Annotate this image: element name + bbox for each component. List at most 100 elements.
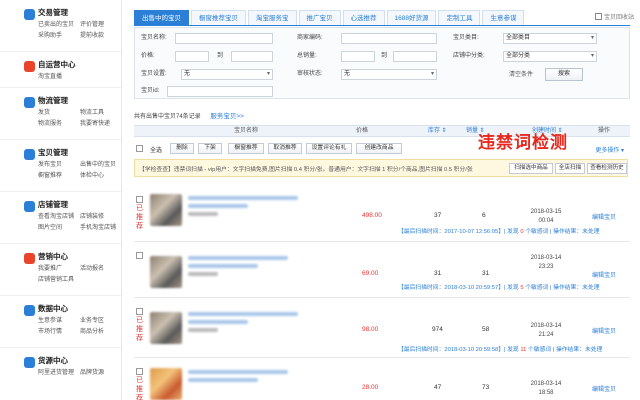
sidebar-item-logistics-tools[interactable]: 物流工具 [80,109,122,118]
row-checkbox[interactable] [136,196,143,203]
product-thumbnail[interactable] [150,368,182,400]
review-gift-button[interactable]: 设置评论有礼 [306,143,352,154]
delete-button[interactable]: 删除 [170,143,194,154]
edit-goods-link[interactable]: 编辑宝贝 [592,270,616,279]
store-cat-select[interactable]: 全部分类 [503,51,597,62]
cancel-recommend-button[interactable]: 取消推荐 [268,143,302,154]
showcase-button[interactable]: 橱窗推荐 [228,143,264,154]
scan-history-button[interactable]: 查看检测历史 [587,163,627,174]
service-goods-link[interactable]: 服务宝贝>> [210,113,244,120]
sidebar-item-promote[interactable]: 我要推广 [38,265,80,274]
tab-promote[interactable]: 推广宝贝 [298,10,341,25]
scan-sep: 】| 发现 [498,285,519,291]
scan-selected-button[interactable]: 扫描选中商品 [509,163,553,174]
scan-info: 【最后扫描时间：2018-03-10 20:59:58】| 发现 11 个敏感词… [398,344,602,353]
sidebar-item-sold[interactable]: 已卖出的宝贝 [38,21,80,30]
sidebar-item-advisor[interactable]: 生意参谋 [38,317,80,326]
sidebar-item-on-sale[interactable]: 出售中的宝贝 [80,161,122,170]
name-input[interactable] [175,33,273,44]
sidebar-section-title[interactable]: 货源中心 [38,354,121,368]
product-thumbnail[interactable] [150,256,182,288]
sidebar-section-title[interactable]: 物流管理 [38,94,121,108]
shop-icon [24,201,35,212]
product-thumbnail[interactable] [150,312,182,344]
sidebar-section-title[interactable]: 交易管理 [38,6,121,20]
edit-goods-link[interactable]: 编辑宝贝 [592,326,616,335]
tab-showcase[interactable]: 橱窗推荐宝贝 [191,10,246,25]
sidebar-item-market[interactable]: 市场行情 [38,328,80,337]
tab-custom[interactable]: 定制工具 [438,10,481,25]
product-title-link[interactable] [188,196,298,200]
more-ops-dropdown[interactable]: 更多操作 ▾ [595,145,624,154]
sidebar-item-analysis[interactable]: 商品分析 [80,328,122,337]
sidebar-item-express[interactable]: 我要寄快递 [80,120,122,129]
recycle-bin-link[interactable]: 宝贝回收站 [595,12,634,21]
product-subtitle [188,378,258,382]
scan-count-suffix[interactable]: 个敏感词 [525,229,548,235]
create-item-button[interactable]: 创建改商品 [356,143,402,154]
sidebar-item-marketing-tools[interactable]: 店铺营销工具 [38,276,80,285]
sidebar-item-ship[interactable]: 发货 [38,109,80,118]
scan-count: 5 [520,285,524,291]
sidebar-item-check[interactable]: 体检中心 [80,172,122,181]
sidebar-section-title[interactable]: 宝贝管理 [38,146,121,160]
audit-select[interactable]: 无 [341,69,437,80]
sidebar-item-alibaba[interactable]: 阿里进货管理 [38,369,80,378]
product-title-link[interactable] [188,312,298,316]
sidebar-item-images[interactable]: 图片空间 [38,224,80,233]
tab-on-sale[interactable]: 出售中的宝贝 [134,10,189,25]
edit-goods-link[interactable]: 编辑宝贝 [592,212,616,221]
clear-button[interactable]: 清空条件 [509,69,533,81]
code-input[interactable] [341,33,437,44]
scan-count-suffix[interactable]: 个敏感词 [528,347,551,353]
marketing-icon [24,253,35,264]
row-checkbox[interactable] [136,308,143,315]
product-title-link[interactable] [188,256,288,260]
product-date: 2018-03-14 18:58 [526,380,566,398]
sidebar-section-title[interactable]: 店铺管理 [38,198,121,212]
tab-advisor[interactable]: 生意参谋 [482,10,525,25]
product-thumbnail[interactable] [150,194,182,226]
sidebar-item-mobile-shop[interactable]: 手机淘宝店铺 [80,224,122,233]
sidebar-section-title[interactable]: 自运营中心 [38,58,121,72]
sidebar-item-live[interactable]: 淘宝直播 [38,73,80,82]
sidebar-item-publish[interactable]: 发布宝贝 [38,161,80,170]
row-checkbox[interactable] [136,368,143,375]
sidebar-item-decorate[interactable]: 店铺装修 [80,213,122,222]
price-max-input[interactable] [231,51,273,62]
select-all-checkbox[interactable] [136,145,143,152]
sales-max-input[interactable] [393,51,437,62]
sidebar-item-purchase[interactable]: 采购助手 [38,32,80,41]
row-checkbox[interactable] [136,252,143,259]
sidebar-item-logistics-service[interactable]: 物流服务 [38,120,80,129]
table-row: 已推荐 498.00 37 6 2018-03-15 00:04 编辑宝贝 【最后… [134,190,630,242]
sidebar-item-business[interactable]: 业务专区 [80,317,122,326]
tab-1688[interactable]: 1688好货源 [386,10,437,25]
category-select[interactable]: 全部类目 [503,33,597,44]
search-button[interactable]: 搜索 [545,68,583,81]
id-input[interactable] [167,86,273,97]
tab-recommend[interactable]: 心选推荐 [342,10,385,25]
setting-select[interactable]: 无 [181,69,273,80]
tab-service[interactable]: 淘宝服务宝 [248,10,297,25]
sidebar-section-title[interactable]: 数据中心 [38,302,121,316]
off-shelf-button[interactable]: 下架 [198,143,222,154]
sidebar-item-showcase[interactable]: 橱窗推荐 [38,172,80,181]
sidebar-section-title[interactable]: 营销中心 [38,250,121,264]
edit-goods-link[interactable]: 编辑宝贝 [592,384,616,393]
price-min-input[interactable] [175,51,209,62]
sidebar-item-activity[interactable]: 活动报名 [80,265,122,274]
sidebar-item-brand[interactable]: 品牌货源 [80,369,122,378]
sidebar-item-view-shop[interactable]: 查看淘宝店铺 [38,213,80,222]
sidebar-item-early-pay[interactable]: 提前收款 [80,32,122,41]
scan-count-suffix[interactable]: 个敏感词 [525,285,548,291]
scan-all-button[interactable]: 全店扫描 [555,163,585,174]
col-stock[interactable]: 库存 ⇕ [428,126,447,137]
table-row: 已推荐 28.00 47 73 2018-03-14 18:58 编辑宝贝 [134,362,630,400]
product-title-link[interactable] [188,370,288,374]
tab-bar: 出售中的宝贝 橱窗推荐宝贝 淘宝服务宝 推广宝贝 心选推荐 1688好货源 定制… [134,10,630,26]
sidebar-section-data: 数据中心 生意参谋 业务专区 市场行情 商品分析 [0,296,121,348]
data-icon [24,305,35,316]
sales-min-input[interactable] [341,51,375,62]
sidebar-item-reviews[interactable]: 评价管理 [80,21,122,30]
